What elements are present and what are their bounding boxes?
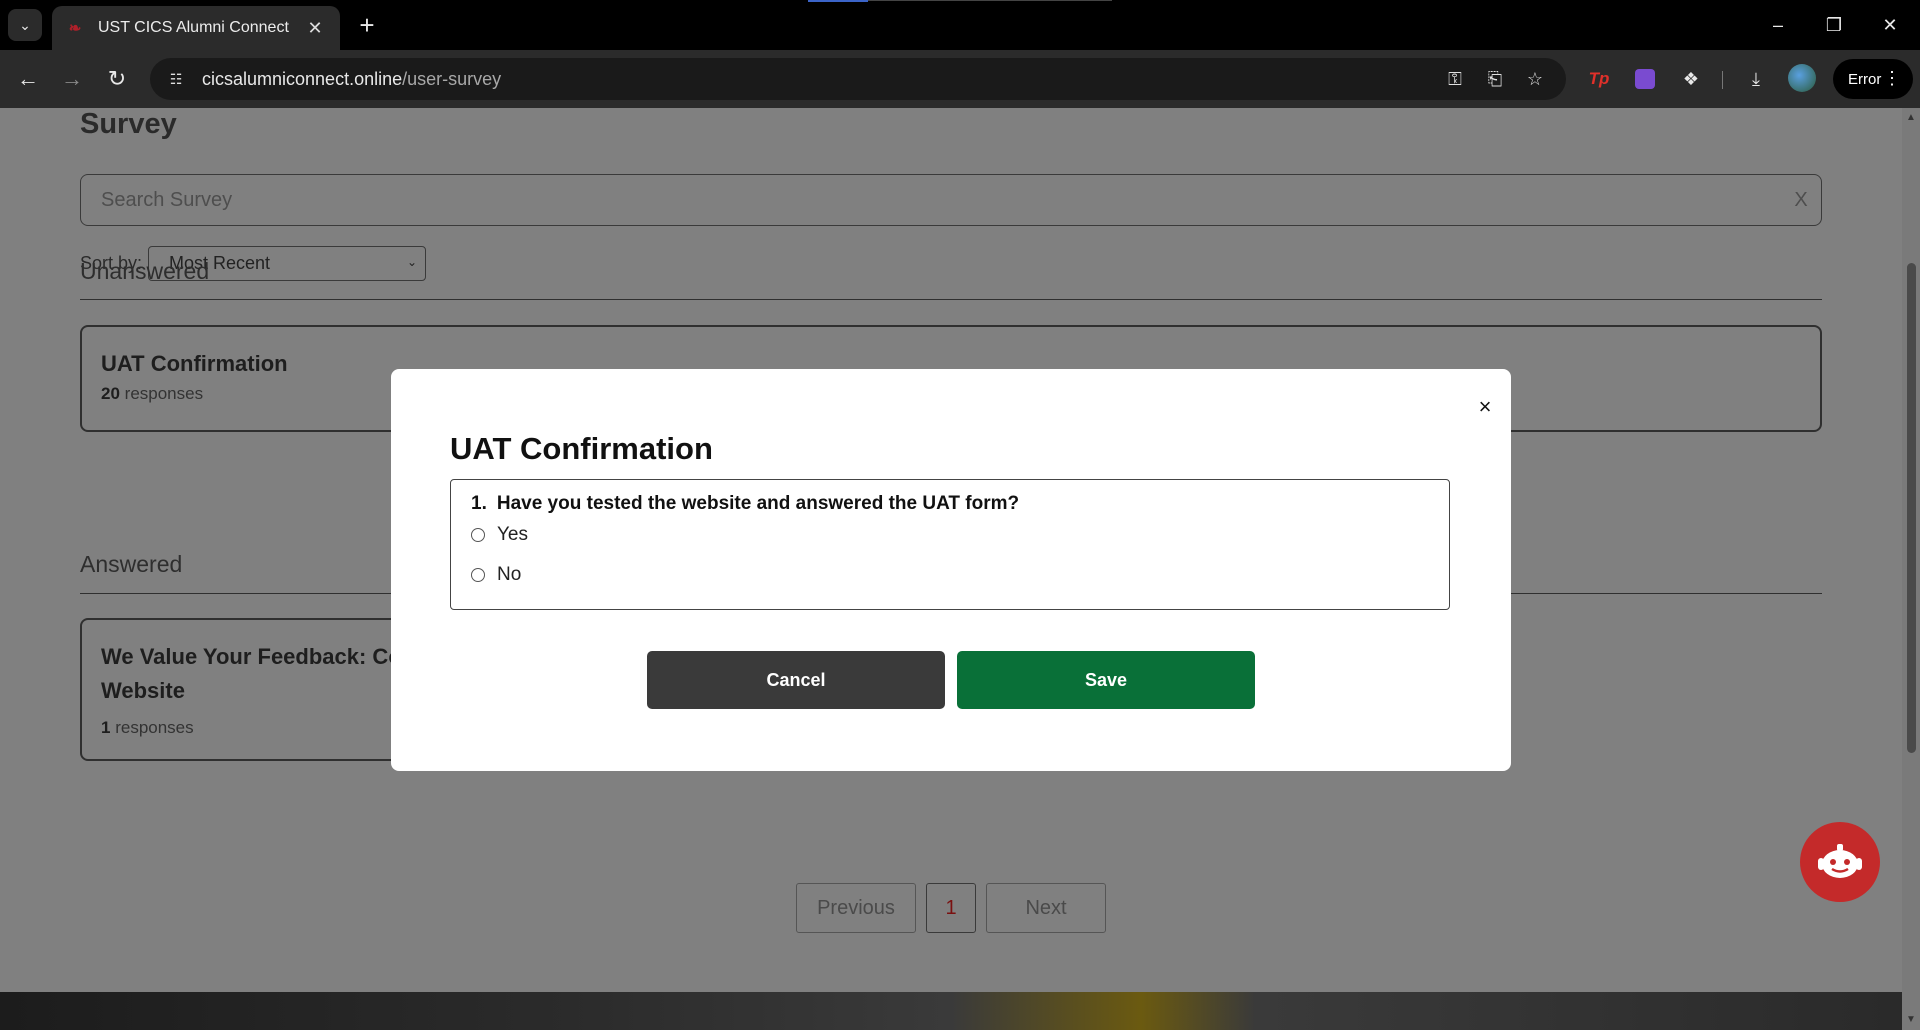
survey-card-title: UAT Confirmation — [101, 351, 288, 376]
page-1-button[interactable]: 1 — [926, 883, 976, 933]
extensions-puzzle-icon[interactable]: ❖ — [1677, 65, 1705, 93]
robot-icon — [1818, 844, 1862, 878]
search-input[interactable]: Search Survey X — [80, 174, 1822, 226]
next-page-button[interactable]: Next — [986, 883, 1106, 933]
tab-strip-divider — [868, 0, 1112, 1]
back-arrow-left-icon[interactable]: ← — [12, 63, 44, 95]
close-window-icon[interactable]: ✕ — [1862, 0, 1918, 50]
password-key-icon[interactable]: ⚿ — [1438, 58, 1472, 100]
question-card: 1. Have you tested the website and answer… — [450, 479, 1450, 610]
restore-window-icon[interactable]: ❐ — [1806, 0, 1862, 50]
previous-page-button[interactable]: Previous — [796, 883, 916, 933]
question-text: 1. Have you tested the website and answer… — [471, 493, 1020, 514]
purple-extension-icon[interactable] — [1631, 65, 1659, 93]
modal-title: UAT Confirmation — [450, 431, 713, 466]
tab-search-chevron-down-icon[interactable]: ⌄ — [8, 9, 42, 41]
survey-card-title: We Value Your Feedback: Co Website — [101, 644, 402, 703]
footer-banner-image — [0, 992, 1902, 1030]
option-yes-label: Yes — [497, 524, 528, 545]
chevron-down-icon: ⌄ — [406, 255, 417, 269]
survey-modal: × UAT Confirmation 1. Have you tested the… — [391, 369, 1511, 771]
chatbot-button[interactable] — [1800, 822, 1880, 902]
survey-card-responses: 1 responses — [101, 718, 194, 737]
option-no-label: No — [497, 564, 522, 585]
bookmark-star-icon[interactable]: ☆ — [1518, 58, 1552, 100]
site-favicon-icon: ❧ — [68, 20, 82, 37]
scrollbar-thumb[interactable] — [1907, 263, 1916, 753]
reload-icon[interactable]: ↻ — [101, 63, 133, 95]
profile-avatar[interactable] — [1788, 64, 1816, 92]
survey-card-responses: 20 responses — [101, 384, 204, 403]
profile-error-button[interactable]: Error ⋮ — [1833, 59, 1913, 99]
page-scrollbar[interactable]: ▲ ▼ — [1902, 108, 1920, 1030]
radio-yes[interactable] — [471, 528, 485, 542]
close-tab-icon[interactable]: ✕ — [304, 17, 326, 39]
forward-arrow-right-icon[interactable]: → — [56, 63, 88, 95]
profile-error-label: Error — [1848, 70, 1882, 88]
install-app-icon[interactable]: ⎗ — [1478, 58, 1512, 100]
tp-extension-icon[interactable]: Tp — [1585, 65, 1613, 93]
browser-toolbar: ← → ↻ ☷ cicsalumniconnect.online/user-su… — [0, 50, 1920, 108]
option-yes[interactable]: Yes — [471, 524, 528, 546]
scroll-up-icon[interactable]: ▲ — [1905, 112, 1917, 124]
answered-heading: Answered — [80, 551, 183, 577]
option-no[interactable]: No — [471, 564, 521, 586]
toolbar-separator — [1722, 71, 1723, 89]
site-info-tune-icon[interactable]: ☷ — [156, 71, 196, 88]
browser-tab-bar: ⌄ ❧ UST CICS Alumni Connect ✕ + – ❐ ✕ — [0, 0, 1920, 50]
new-tab-plus-icon[interactable]: + — [352, 10, 382, 40]
more-menu-icon[interactable]: ⋮ — [1883, 68, 1901, 88]
address-bar[interactable]: ☷ cicsalumniconnect.online/user-survey ⚿… — [150, 58, 1566, 100]
radio-no[interactable] — [471, 568, 485, 582]
close-modal-icon[interactable]: × — [1473, 394, 1497, 419]
divider — [80, 299, 1822, 300]
cancel-button[interactable]: Cancel — [647, 651, 945, 709]
scroll-down-icon[interactable]: ▼ — [1905, 1014, 1917, 1026]
unanswered-heading: Unanswered — [80, 258, 210, 284]
downloads-icon[interactable]: ⤓ — [1742, 65, 1770, 93]
search-placeholder: Search Survey — [101, 188, 233, 211]
loading-indicator — [808, 0, 868, 2]
clear-search-button[interactable]: X — [1781, 189, 1821, 212]
save-button[interactable]: Save — [957, 651, 1255, 709]
url-text: cicsalumniconnect.online/user-survey — [202, 68, 502, 89]
tab-title: UST CICS Alumni Connect — [98, 19, 289, 36]
page-title: Survey — [80, 108, 177, 140]
minimize-icon[interactable]: – — [1750, 0, 1806, 50]
browser-tab-active[interactable]: ❧ UST CICS Alumni Connect ✕ — [52, 6, 340, 50]
